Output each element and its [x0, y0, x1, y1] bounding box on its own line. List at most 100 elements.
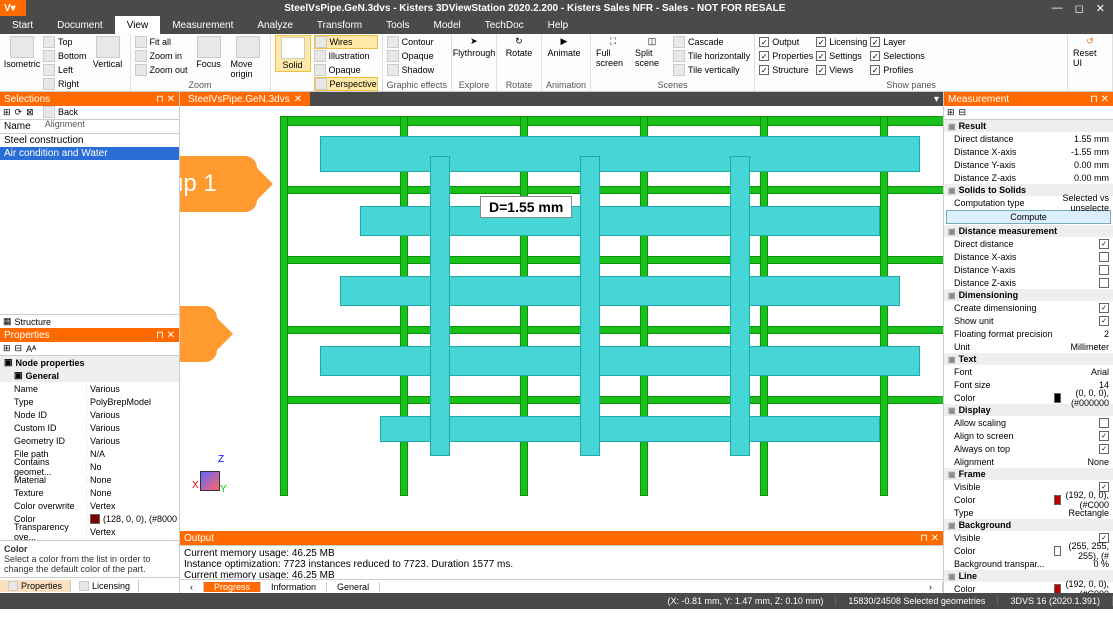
measurement-row[interactable]: Distance X-axis: [944, 250, 1113, 263]
pin-icon[interactable]: ⊓: [156, 330, 164, 341]
pin-icon[interactable]: ⊓: [920, 533, 928, 544]
menu-tab-analyze[interactable]: Analyze: [245, 16, 305, 34]
measurement-row[interactable]: Color(0, 0, 0), (#000000: [944, 391, 1113, 404]
delete-icon[interactable]: ⊠: [26, 107, 34, 118]
measurement-row[interactable]: Color(192, 0, 0), (#C000: [944, 493, 1113, 506]
pane-toggle-profiles[interactable]: Profiles: [870, 63, 925, 77]
property-row[interactable]: Transparency ove...Vertex: [0, 525, 179, 538]
add-icon[interactable]: ⊞: [3, 107, 11, 118]
pane-toggle-licensing[interactable]: Licensing: [816, 35, 867, 49]
progress-tab[interactable]: Progress: [204, 582, 261, 592]
measurement-row[interactable]: Distance Z-axis0.00 mm: [944, 171, 1113, 184]
menu-tab-help[interactable]: Help: [536, 16, 581, 34]
contour-button[interactable]: Contour: [387, 35, 435, 49]
measurement-row[interactable]: Show unit: [944, 314, 1113, 327]
move-origin-button[interactable]: Move origin: [230, 35, 266, 80]
shadow-button[interactable]: Shadow: [387, 63, 435, 77]
collapse-icon[interactable]: ⊟: [959, 107, 967, 118]
close-icon[interactable]: ✕: [167, 94, 175, 105]
vertical-button[interactable]: Vertical: [90, 35, 126, 70]
flythrough-button[interactable]: ➤Flythrough: [456, 35, 492, 59]
measurement-row[interactable]: Create dimensioning: [944, 301, 1113, 314]
close-button[interactable]: ✕: [1096, 2, 1105, 15]
pane-toggle-properties[interactable]: Properties: [759, 49, 813, 63]
property-row[interactable]: Color overwriteVertex: [0, 499, 179, 512]
measurement-row[interactable]: Distance Y-axis: [944, 263, 1113, 276]
tile-horizontally-button[interactable]: Tile horizontally: [673, 49, 750, 63]
pane-toggle-selections[interactable]: Selections: [870, 49, 925, 63]
app-menu-button[interactable]: V ▾: [0, 0, 26, 16]
split-scene-button[interactable]: ◫Split scene: [634, 35, 670, 69]
perspective-button[interactable]: Perspective: [314, 77, 378, 91]
pane-toggle-structure[interactable]: Structure: [759, 63, 813, 77]
pin-icon[interactable]: ⊓: [156, 94, 164, 105]
minimize-button[interactable]: —: [1052, 2, 1063, 15]
wires-button[interactable]: Wires: [314, 35, 378, 49]
tab-dropdown-icon[interactable]: ▾: [930, 94, 943, 105]
measurement-row[interactable]: Distance X-axis-1.55 mm: [944, 145, 1113, 158]
measurement-row[interactable]: Computation typeSelected vs unselecte: [944, 196, 1113, 209]
measurement-row[interactable]: Align to screen: [944, 429, 1113, 442]
information-tab[interactable]: Information: [261, 582, 327, 592]
isometric-button[interactable]: Isometric: [4, 35, 40, 70]
property-row[interactable]: TextureNone: [0, 486, 179, 499]
alpha-icon[interactable]: Aᴬ: [26, 344, 36, 354]
cascade-button[interactable]: Cascade: [673, 35, 750, 49]
measurement-row[interactable]: AlignmentNone: [944, 455, 1113, 468]
measurement-row[interactable]: Color(192, 0, 0), (#C000: [944, 582, 1113, 593]
property-row[interactable]: Node IDVarious: [0, 408, 179, 421]
reset-ui-button[interactable]: ↺Reset UI: [1072, 35, 1108, 69]
tile-vertically-button[interactable]: Tile vertically: [673, 63, 750, 77]
right-button[interactable]: Right: [43, 77, 87, 91]
close-icon[interactable]: ✕: [167, 330, 175, 341]
expand-icon[interactable]: ⊞: [3, 343, 11, 354]
measurement-row[interactable]: Direct distance: [944, 237, 1113, 250]
measurement-row[interactable]: UnitMillimeter: [944, 340, 1113, 353]
solid-button[interactable]: Solid: [275, 35, 311, 72]
close-icon[interactable]: ✕: [931, 533, 939, 544]
measurement-row[interactable]: Always on top: [944, 442, 1113, 455]
general-tab[interactable]: General: [327, 582, 380, 592]
menu-tab-document[interactable]: Document: [45, 16, 115, 34]
selection-row[interactable]: Air condition and Water: [0, 147, 179, 160]
measurement-row[interactable]: Floating format precision2: [944, 327, 1113, 340]
pane-toggle-layer[interactable]: Layer: [870, 35, 925, 49]
property-row[interactable]: NameVarious: [0, 382, 179, 395]
document-tab[interactable]: SteelVsPipe.GeN.3dvs✕: [180, 92, 310, 106]
measurement-row[interactable]: Color(255, 255, 255), (#: [944, 544, 1113, 557]
collapse-icon[interactable]: ⊟: [15, 343, 23, 354]
menu-tab-start[interactable]: Start: [0, 16, 45, 34]
scroll-right-icon[interactable]: ›: [919, 582, 943, 592]
pane-toggle-views[interactable]: Views: [816, 63, 867, 77]
menu-tab-model[interactable]: Model: [421, 16, 472, 34]
measurement-row[interactable]: Allow scaling: [944, 416, 1113, 429]
pin-icon[interactable]: ⊓: [1090, 94, 1098, 105]
menu-tab-transform[interactable]: Transform: [305, 16, 374, 34]
measurement-row[interactable]: Distance Y-axis0.00 mm: [944, 158, 1113, 171]
measurement-row[interactable]: TypeRectangle: [944, 506, 1113, 519]
rotate-button[interactable]: ↻Rotate: [501, 35, 537, 59]
close-tab-icon[interactable]: ✕: [294, 94, 302, 105]
measurement-row[interactable]: FontArial: [944, 365, 1113, 378]
properties-tab[interactable]: Properties: [0, 580, 71, 592]
expand-icon[interactable]: ⊞: [947, 107, 955, 118]
dimension-label[interactable]: D=1.55 mm: [480, 196, 572, 218]
property-row[interactable]: TypePolyBrepModel: [0, 395, 179, 408]
measurement-row[interactable]: Direct distance1.55 mm: [944, 132, 1113, 145]
opaque-button[interactable]: Opaque: [314, 63, 378, 77]
animate-button[interactable]: ▶Animate: [546, 35, 582, 59]
pane-toggle-settings[interactable]: Settings: [816, 49, 867, 63]
structure-tab[interactable]: ▦ Structure: [0, 314, 179, 328]
maximize-button[interactable]: ◻: [1075, 2, 1084, 15]
scroll-left-icon[interactable]: ‹: [180, 582, 204, 592]
left-button[interactable]: Left: [43, 63, 87, 77]
property-row[interactable]: Custom IDVarious: [0, 421, 179, 434]
top-button[interactable]: Top: [43, 35, 87, 49]
close-icon[interactable]: ✕: [1101, 94, 1109, 105]
menu-tab-view[interactable]: View: [115, 16, 161, 34]
pane-toggle-output[interactable]: Output: [759, 35, 813, 49]
refresh-icon[interactable]: ⟳: [15, 107, 23, 118]
illustration-button[interactable]: Illustration: [314, 49, 378, 63]
bottom-button[interactable]: Bottom: [43, 49, 87, 63]
menu-tab-measurement[interactable]: Measurement: [160, 16, 245, 34]
